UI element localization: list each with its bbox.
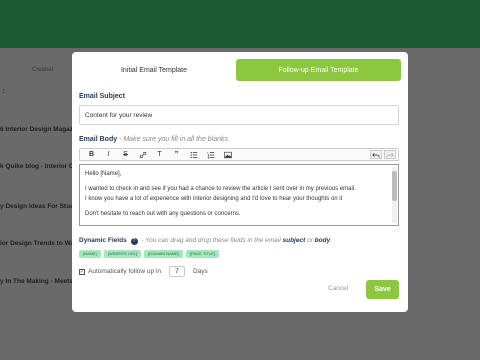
cancel-button[interactable]: Cancel: [328, 285, 348, 292]
background-list-item: k Quike blog - Interior D: [0, 163, 74, 170]
heading-button[interactable]: T: [151, 149, 168, 160]
strikethrough-button[interactable]: S: [117, 149, 134, 160]
link-button[interactable]: [134, 149, 151, 160]
tab-followup-email[interactable]: Follow-up Email Template: [236, 59, 401, 81]
background-list-item: y In The Making - Meets: [0, 278, 73, 285]
background-mark-icon: ↕: [2, 88, 6, 95]
field-chip-page-title[interactable]: [PAGE TITLE]: [186, 250, 219, 258]
undo-button[interactable]: [370, 150, 382, 159]
dynamic-fields-hint: - You can drag and drop these fields in …: [141, 237, 333, 244]
save-button[interactable]: Save: [366, 280, 399, 299]
email-body-hint: - Make sure you fill in all the blanks: [119, 136, 229, 143]
bold-button[interactable]: B: [83, 149, 100, 160]
email-subject-label: Email Subject: [79, 93, 125, 100]
image-button[interactable]: [219, 149, 236, 160]
auto-followup-checkbox[interactable]: ✓: [79, 268, 85, 275]
email-template-modal: Initial Email Template Follow-up Email T…: [72, 52, 408, 312]
email-body-editor[interactable]: Hello [Name], I wanted to check in and s…: [79, 164, 399, 226]
numbered-list-button[interactable]: [202, 149, 219, 160]
template-tabs: Initial Email Template Follow-up Email T…: [79, 59, 401, 81]
image-icon: [223, 151, 232, 158]
followup-days-input[interactable]: 7: [168, 266, 185, 277]
email-subject-input[interactable]: Content for your review: [79, 105, 399, 125]
history-controls: [370, 150, 396, 159]
auto-followup-label: Automatically follow up in: [88, 268, 161, 275]
numbered-list-icon: [207, 151, 214, 158]
background-list-item: 6 Interior Design Magazi: [0, 126, 75, 133]
help-icon[interactable]: ?: [130, 238, 138, 245]
background-list-item: ior Design Trends to Wat: [0, 240, 77, 247]
email-body-label-text: Email Body: [79, 136, 118, 143]
background-topbar: [0, 0, 480, 48]
dynamic-field-chips: [NAME] [WEBSITE URL] [DOMAIN NAME] [PAGE…: [79, 250, 219, 258]
italic-button[interactable]: I: [100, 149, 117, 160]
field-chip-website-url[interactable]: [WEBSITE URL]: [103, 250, 142, 258]
field-chip-name[interactable]: [NAME]: [79, 250, 101, 258]
dynamic-fields-title: Dynamic Fields: [79, 237, 127, 244]
body-line: Don't hesitate to reach out with any que…: [85, 211, 241, 217]
editor-toolbar: B I S T ”: [79, 148, 399, 161]
editor-scrollbar[interactable]: [392, 167, 397, 223]
editor-scroll-thumb[interactable]: [392, 171, 397, 201]
field-chip-domain-name[interactable]: [DOMAIN NAME]: [144, 250, 184, 258]
dynamic-fields-label: Dynamic Fields ? - You can drag and drop…: [79, 237, 332, 245]
background-sub-label: Created: [32, 67, 54, 73]
followup-days-unit: Days: [192, 268, 208, 275]
link-icon: [139, 151, 146, 158]
email-body-label: Email Body - Make sure you fill in all t…: [79, 136, 228, 143]
undo-icon: [372, 152, 380, 157]
body-line: I know you have a lot of experience with…: [85, 196, 343, 202]
redo-icon: [386, 152, 394, 157]
redo-button[interactable]: [384, 150, 396, 159]
auto-followup-row: ✓ Automatically follow up in 7 Days: [79, 266, 208, 277]
bullet-list-icon: [190, 151, 197, 158]
bullet-list-button[interactable]: [185, 149, 202, 160]
body-line: Hello [Name],: [85, 171, 122, 177]
quote-button[interactable]: ”: [168, 149, 185, 160]
body-line: I wanted to check in and see if you had …: [85, 186, 356, 192]
background-list-item: y Design Ideas For Studio: [0, 203, 80, 210]
tab-initial-email[interactable]: Initial Email Template: [79, 59, 229, 81]
